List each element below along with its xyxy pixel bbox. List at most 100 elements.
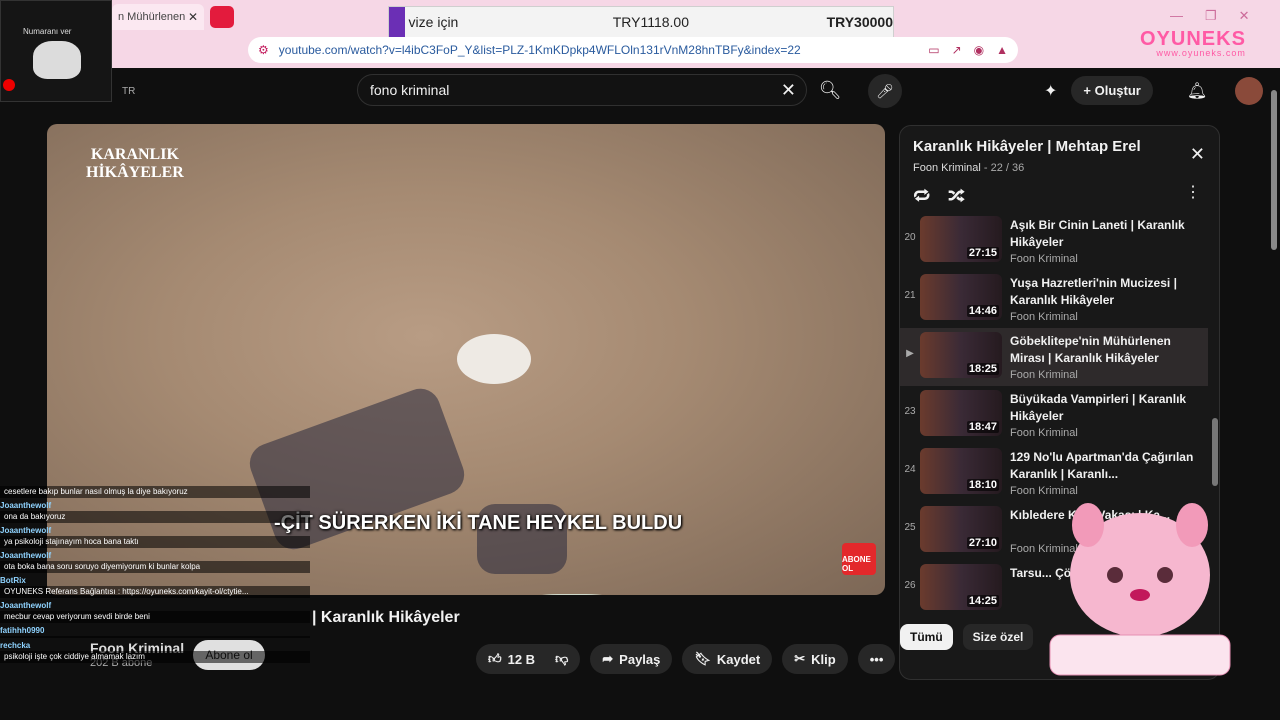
- playlist-item[interactable]: 20 27:15 Aşık Bir Cinin Laneti | Karanlık …: [900, 212, 1208, 270]
- playlist-item-channel: Foon Kriminal: [1010, 253, 1078, 265]
- chat-text: ona da bakıyoruz: [0, 511, 310, 523]
- browser-tab[interactable]: n Mühürlenen ✕: [112, 4, 204, 30]
- shuffle-icon[interactable]: 🔀︎: [948, 182, 965, 208]
- playlist-item-title[interactable]: Büyükada Vampirleri | Karanlık Hikâyeler: [1010, 391, 1200, 425]
- banner-accent: [389, 7, 405, 37]
- playlist-item-title[interactable]: Yuşa Hazretleri'nin Mucizesi | Karanlık …: [1010, 275, 1200, 309]
- chat-username: rechcka: [0, 641, 31, 650]
- create-label: Oluştur: [1094, 83, 1141, 98]
- chat-text: [0, 636, 310, 638]
- clip-label: Klip: [811, 651, 836, 667]
- video-watermark-logo: KARANLIK HİKÂYELER: [86, 146, 184, 182]
- avatar[interactable]: [1235, 76, 1264, 105]
- site-info-icon[interactable]: ⚙: [258, 43, 269, 57]
- video-scene-dome: [457, 334, 531, 384]
- loop-icon[interactable]: 🔁︎: [913, 182, 930, 208]
- chat-username: Joaanthewolf: [0, 501, 52, 510]
- playlist-item[interactable]: 23 18:47 Büyükada Vampirleri | Karanlık Hi…: [900, 386, 1208, 444]
- playlist-item-duration: 18:25: [966, 363, 999, 375]
- bell-icon[interactable]: 🔔︎: [1187, 81, 1207, 101]
- page-scroll-thumb[interactable]: [1271, 90, 1277, 250]
- playlist-more-icon[interactable]: ⋮: [1185, 182, 1201, 202]
- playlist-item-thumbnail[interactable]: 18:25: [920, 332, 1002, 378]
- chip-all[interactable]: Tümü: [900, 624, 953, 650]
- mascot-eye-right: [1157, 567, 1173, 583]
- share-label: Paylaş: [619, 651, 661, 667]
- playlist-item-duration: 27:10: [966, 537, 999, 549]
- chat-message: Joaanthewolf ona da bakıyoruz: [0, 501, 310, 523]
- playlist-item-thumbnail[interactable]: 18:10: [920, 448, 1002, 494]
- playlist-item-thumbnail[interactable]: 14:25: [920, 564, 1002, 610]
- playlist-item-channel: Foon Kriminal: [1010, 369, 1078, 381]
- share-button[interactable]: ➦ Paylaş: [590, 644, 673, 674]
- playlist-item-thumbnail[interactable]: 14:46: [920, 274, 1002, 320]
- chat-text: OYUNEKS Referans Bağlantısı : https://oy…: [0, 586, 310, 598]
- tab-title: n Mühürlenen: [118, 11, 186, 23]
- clear-search-icon[interactable]: ✕: [781, 80, 796, 101]
- chat-username: fatihhh0990: [0, 626, 45, 635]
- clip-button[interactable]: ✂ Klip: [782, 644, 848, 674]
- save-button[interactable]: 🔖︎ Kaydet: [682, 644, 773, 674]
- video-title: | Karanlık Hikâyeler: [312, 609, 460, 626]
- chat-message: fatihhh0990: [0, 626, 310, 638]
- subscribe-watermark[interactable]: ABONE OL: [842, 543, 876, 575]
- playlist-item-title[interactable]: Göbeklitepe'nin Mühürlenen Mirası | Kara…: [1010, 333, 1200, 367]
- camera-figure: [33, 41, 81, 79]
- playlist-item-channel: Foon Kriminal: [1010, 427, 1078, 439]
- create-button[interactable]: + Oluştur: [1071, 76, 1153, 105]
- search-input[interactable]: fono kriminal ✕: [357, 74, 807, 106]
- video-scene-structure: [502, 594, 642, 595]
- close-window-icon[interactable]: ✕: [1239, 8, 1250, 24]
- close-tab-icon[interactable]: ✕: [188, 10, 198, 24]
- chat-text: cesetlere bakıp bunlar nasıl olmuş la di…: [0, 486, 310, 498]
- playlist-item-index: 23: [904, 406, 916, 417]
- playlist-channel[interactable]: Foon Kriminal: [913, 162, 981, 174]
- close-playlist-icon[interactable]: ✕: [1190, 144, 1205, 165]
- mascot-ear-right: [1176, 503, 1208, 547]
- microphone-icon[interactable]: 🎤︎: [868, 74, 902, 108]
- chat-text: mecbur cevap veriyorum sevdi birde beni: [0, 611, 310, 623]
- chat-username: Joaanthewolf: [0, 526, 52, 535]
- page-scrollbar[interactable]: [1270, 70, 1278, 680]
- playlist-item-title[interactable]: Aşık Bir Cinin Laneti | Karanlık Hikâyel…: [1010, 217, 1200, 251]
- warning-icon[interactable]: ▲: [996, 43, 1008, 57]
- search-icon[interactable]: 🔍︎: [810, 74, 850, 106]
- save-label: Kaydet: [716, 651, 761, 667]
- chat-message: Joaanthewolf ota boka bana soru soruyo di…: [0, 551, 310, 573]
- bookmark-icon: 🔖︎: [694, 651, 711, 666]
- playlist-item[interactable]: ▶ 18:25 Göbeklitepe'nin Mühürlenen Mirası …: [900, 328, 1208, 386]
- logo-line-1: KARANLIK: [90, 146, 179, 163]
- chat-username: Joaanthewolf: [0, 601, 52, 610]
- shield-icon[interactable]: ◉: [974, 43, 984, 57]
- playlist-title[interactable]: Karanlık Hikâyeler | Mehtap Erel: [913, 138, 1141, 155]
- maximize-icon[interactable]: ❐: [1205, 8, 1217, 24]
- playlist-item-thumbnail[interactable]: 27:10: [920, 506, 1002, 552]
- dislike-icon[interactable]: 👎︎: [555, 651, 568, 667]
- playlist-item[interactable]: 21 14:46 Yuşa Hazretleri'nin Mucizesi | Ka…: [900, 270, 1208, 328]
- chip-for-you[interactable]: Size özel: [962, 624, 1034, 650]
- new-tab-button[interactable]: [210, 6, 234, 28]
- address-bar[interactable]: ⚙ youtube.com/watch?v=l4ibC3FoP_Y&list=P…: [248, 37, 1018, 63]
- playlist-item-title[interactable]: 129 No'lu Apartman'da Çağırılan Karanlık…: [1010, 449, 1200, 483]
- video-actions: 👍︎ 12 B 👎︎ ➦ Paylaş 🔖︎ Kaydet ✂ Klip •••: [476, 644, 896, 674]
- more-actions-button[interactable]: •••: [857, 644, 896, 674]
- mascot-overlay: [1049, 503, 1231, 676]
- webcam-overlay: Numaranı ver: [0, 0, 112, 102]
- playlist-scroll-thumb[interactable]: [1212, 418, 1218, 486]
- chat-text: psikoloji işte çok ciddiye almamak lazım: [0, 651, 310, 663]
- like-button[interactable]: 👍︎ 12 B 👎︎: [476, 644, 581, 674]
- like-count: 12 B: [507, 651, 536, 667]
- playlist-controls: 🔁︎ 🔀︎: [913, 182, 965, 208]
- playlist-item-thumbnail[interactable]: 27:15: [920, 216, 1002, 262]
- playlist-item-thumbnail[interactable]: 18:47: [920, 390, 1002, 436]
- install-icon[interactable]: ▭: [928, 43, 939, 57]
- upload-star-icon[interactable]: ✦: [1044, 81, 1057, 101]
- chat-username: Joaanthewolf: [0, 551, 52, 560]
- minimize-icon[interactable]: —: [1170, 8, 1183, 24]
- playlist-item-index: ▶: [906, 348, 914, 359]
- brand-logo: OYUNEKS www.oyuneks.com: [1140, 28, 1246, 58]
- video-subtitle: -ÇİT SÜRERKEN İKİ TANE HEYKEL BULDU: [274, 512, 683, 534]
- banner-right: TRY30000: [826, 14, 893, 30]
- chat-message: rechcka psikoloji işte çok ciddiye almama…: [0, 641, 310, 663]
- share-icon[interactable]: ↗: [952, 43, 962, 57]
